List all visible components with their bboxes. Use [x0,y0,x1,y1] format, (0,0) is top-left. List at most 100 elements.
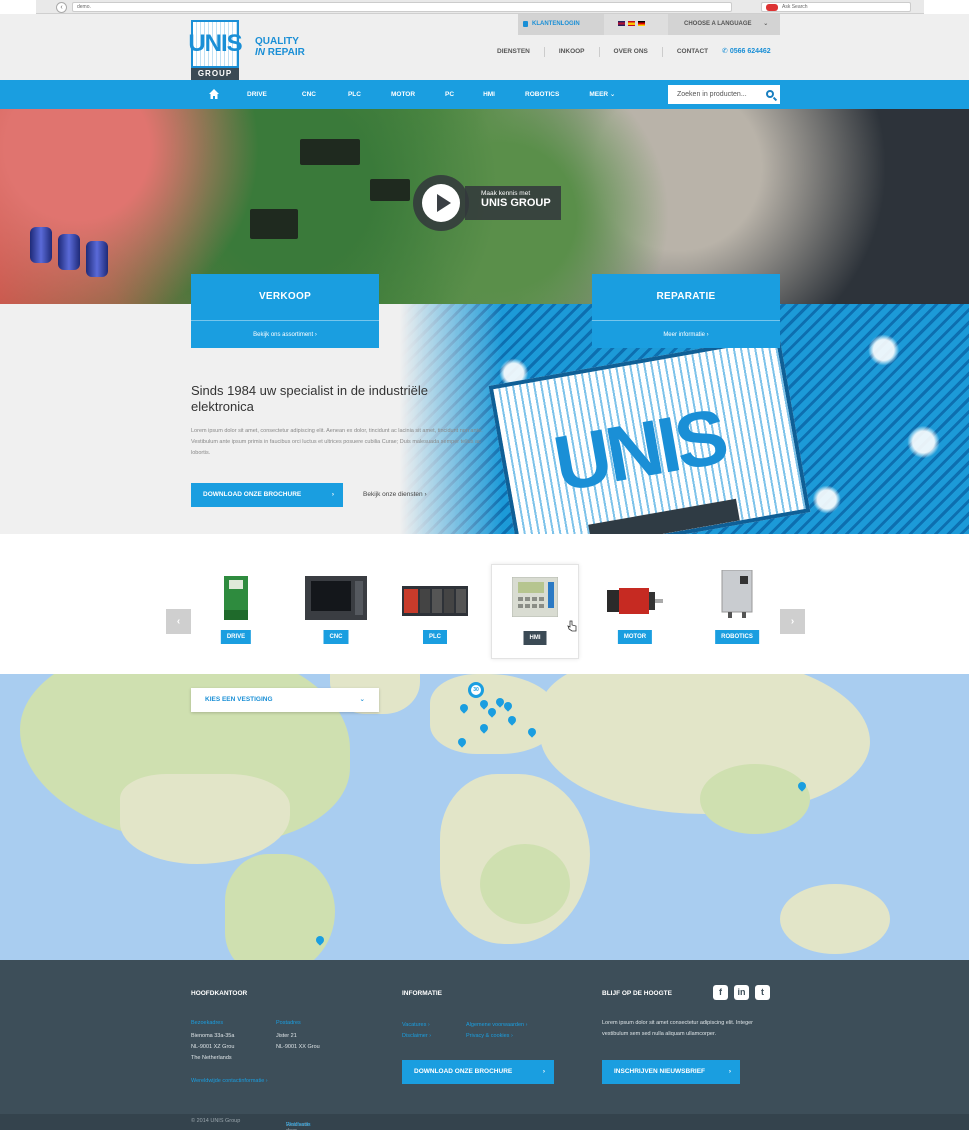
product-robotics[interactable]: ROBOTICS [693,564,781,659]
reparatie-card[interactable]: REPARATIE Meer informatie › [592,274,780,348]
worldwide-contact-link[interactable]: Wereldwijde contactinformatie › [191,1078,268,1084]
product-label-drive: DRIVE [220,630,252,644]
flag-germany-icon[interactable] [638,21,645,26]
nav-contact[interactable]: CONTACT [663,47,722,57]
chevron-right-icon: › [525,1022,528,1028]
carousel-next-button[interactable]: › [780,609,805,634]
circuit-chip [370,179,410,201]
footer-link-disclaimer[interactable]: Disclaimer › [402,1033,431,1039]
locations-map[interactable]: 30 KIES EEN VESTIGING ⌄ [0,674,969,960]
newsletter-subscribe-button[interactable]: INSCHRIJVEN NIEUWSBRIEF › [602,1060,740,1084]
nav-inkoop[interactable]: INKOOP [545,47,600,57]
page: UNIS GROUP QUALITY IN REPAIR KLANTENLOGI… [0,14,969,1130]
main-nav-items: DRIVE CNC PLC MOTOR PC HMI ROBOTICS MEER… [232,80,615,109]
product-label-plc: PLC [423,630,447,644]
hero: Maak kennis met UNIS GROUP UNIS VERKOOP … [0,109,969,534]
services-link[interactable]: Bekijk onze diensten › [363,491,427,498]
language-flags [618,21,645,26]
nav-over-ons[interactable]: OVER ONS [600,47,663,57]
reparatie-link[interactable]: Meer informatie › [592,320,780,348]
search-placeholder: Zoeken in producten... [677,91,747,98]
postal-address-line: NL-9001 XX Grou [276,1044,320,1050]
nav-plc[interactable]: PLC [348,80,361,109]
reparatie-title: REPARATIE [656,291,716,302]
phone-number[interactable]: ✆ 0566 624462 [722,47,771,55]
nav-pc[interactable]: PC [445,80,454,109]
video-intro[interactable]: Maak kennis met UNIS GROUP [413,175,561,231]
download-brochure-button[interactable]: DOWNLOAD ONZE BROCHURE › [191,483,343,507]
twitter-icon[interactable]: t [755,985,770,1000]
flag-uk-icon[interactable] [618,21,625,26]
footer-link-terms[interactable]: Algemene voorwaarden › [466,1022,527,1028]
browser-search-placeholder: Ask Search [782,4,808,10]
nav-drive[interactable]: DRIVE [247,80,267,109]
home-icon[interactable] [209,89,219,99]
logo-mark: UNIS [188,20,243,68]
product-label-hmi: HMI [523,631,547,645]
nav-hmi[interactable]: HMI [483,80,495,109]
footer-link-vacatures[interactable]: Vacatures › [402,1022,430,1028]
footer-link-label: Privacy & cookies [466,1033,510,1039]
product-search-input[interactable]: Zoeken in producten... [668,85,780,104]
search-engine-icon [766,4,778,11]
chevron-right-icon: › [728,1068,731,1075]
carousel-prev-button[interactable]: ‹ [166,609,191,634]
nav-cnc[interactable]: CNC [302,80,316,109]
product-hmi[interactable]: HMI [491,564,579,659]
intro-body: Lorem ipsum dolor sit amet, consectetur … [191,428,483,456]
browser-search[interactable]: Ask Search [761,2,911,12]
nav-meer[interactable]: MEER ⌄ [589,80,615,109]
product-plc[interactable]: PLC [391,564,479,659]
chevron-right-icon: › [314,332,317,338]
verkoop-title: VERKOOP [258,291,312,302]
capacitor [58,234,80,270]
chevron-right-icon: › [706,332,709,338]
language-dropdown[interactable]: CHOOSE A LANGUAGE ⌄ [668,14,780,35]
product-label-cnc: CNC [323,630,349,644]
chevron-right-icon: › [427,1022,430,1028]
credit-link[interactable]: Webfeeds [286,1122,311,1128]
linkedin-icon[interactable]: in [734,985,749,1000]
chevron-right-icon: › [510,1033,513,1039]
capacitor [86,241,108,277]
browser-toolbar: ‹ demo. Ask Search [36,0,924,14]
verkoop-card[interactable]: VERKOOP Bekijk ons assortiment › [191,274,379,348]
tagline-repair: REPAIR [267,47,305,58]
search-icon[interactable] [766,90,774,98]
location-select[interactable]: KIES EEN VESTIGING ⌄ [191,688,379,712]
phone-icon: ✆ [722,48,728,55]
footer-download-brochure-button[interactable]: DOWNLOAD ONZE BROCHURE › [402,1060,554,1084]
verkoop-link[interactable]: Bekijk ons assortiment › [191,320,379,348]
hmi-product-image [512,577,558,617]
map-usa [120,774,290,864]
nav-motor[interactable]: MOTOR [391,80,415,109]
customer-login-link[interactable]: KLANTENLOGIN [518,14,604,35]
logo[interactable]: UNIS GROUP [188,20,243,86]
play-icon[interactable] [413,175,469,231]
back-icon[interactable]: ‹ [56,2,67,13]
map-central-africa [480,844,570,924]
video-label-line2: UNIS GROUP [481,197,551,209]
map-cluster-marker[interactable]: 30 [468,682,484,698]
facebook-icon[interactable]: f [713,985,728,1000]
services-link-label: Bekijk onze diensten [363,491,423,498]
flag-spain-icon[interactable] [628,21,635,26]
visit-address: Bienoma 33a-35a NL-9001 XZ Grou The Neth… [191,1031,234,1064]
address-bar[interactable]: demo. [72,2,732,12]
nav-diensten[interactable]: DIENSTEN [497,47,545,57]
product-label-robotics: ROBOTICS [715,630,759,644]
product-motor[interactable]: MOTOR [591,564,679,659]
download-brochure-label: DOWNLOAD ONZE BROCHURE [203,491,302,498]
capacitor [30,227,52,263]
intro-heading: Sinds 1984 uw specialist in de industrië… [191,383,429,414]
chevron-right-icon: › [424,491,427,498]
secondary-nav: DIENSTEN INKOOP OVER ONS CONTACT [497,47,722,57]
newsletter-button-label: INSCHRIJVEN NIEUWSBRIEF [614,1068,706,1075]
worldwide-contact-label: Wereldwijde contactinformatie [191,1078,265,1084]
tagline: QUALITY IN REPAIR [255,36,305,58]
product-cnc[interactable]: CNC [292,564,380,659]
footer-link-privacy[interactable]: Privacy & cookies › [466,1033,513,1039]
product-drive[interactable]: DRIVE [192,564,280,659]
nav-robotics[interactable]: ROBOTICS [525,80,559,109]
map-south-asia [700,764,810,834]
